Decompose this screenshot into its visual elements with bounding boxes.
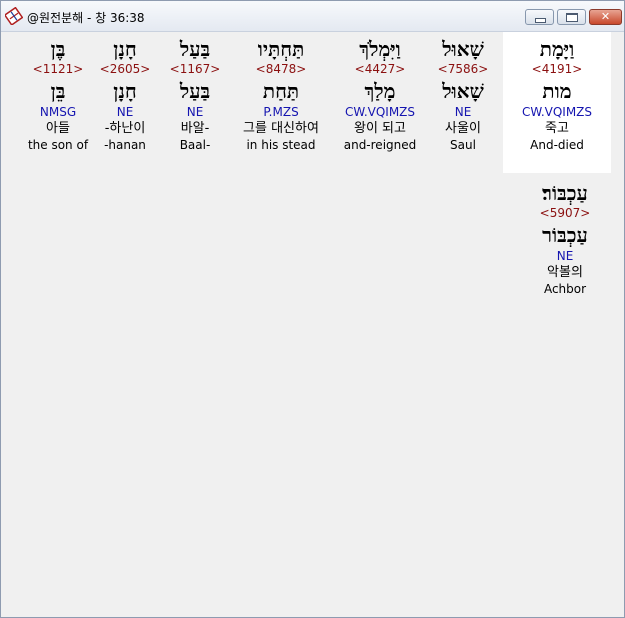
english-gloss: And-died — [530, 138, 584, 152]
root-word: בַּעַל — [179, 79, 211, 103]
korean-gloss: 그를 대신하여 — [243, 121, 319, 136]
strong-number: <5907> — [539, 206, 591, 220]
korean-gloss: 악볼의 — [547, 265, 583, 280]
korean-gloss: 아들 — [46, 121, 70, 136]
title-bar[interactable]: @원전분해 - 창 36:38 — [1, 1, 624, 32]
bible-app-icon — [5, 7, 23, 25]
strong-number: <4191> — [531, 62, 583, 76]
parsing-code: NE — [454, 105, 472, 119]
parsing-code: NMSG — [39, 105, 77, 119]
root-word: חָנָן — [113, 79, 137, 103]
hebrew-word: חָנָן — [113, 37, 137, 61]
word-analysis-panel: וַיָּמָת <4191> מות CW.VQIMZS 죽고 And-die… — [5, 32, 620, 614]
word-card[interactable]: חָנָן <2605> חָנָן NE -하난이 -hanan — [98, 32, 152, 173]
korean-gloss: 바알- — [180, 121, 210, 136]
parsing-code: P.MZS — [263, 105, 299, 119]
root-word: מות — [542, 79, 572, 103]
maximize-button[interactable] — [557, 9, 586, 25]
parsing-code: NE — [116, 105, 134, 119]
korean-gloss: 사울이 — [445, 121, 481, 136]
parsing-code: CW.VQIMZS — [344, 105, 416, 119]
close-button[interactable] — [589, 9, 622, 25]
strong-number: <1121> — [32, 62, 84, 76]
minimize-button[interactable] — [525, 9, 554, 25]
parsing-code: NE — [556, 249, 574, 263]
root-word: עַכְבּוֹר — [542, 223, 588, 247]
root-word: מָלַךְ — [364, 79, 396, 103]
english-gloss: Baal- — [179, 138, 211, 152]
hebrew-word: בֶּן — [50, 37, 66, 61]
korean-gloss: 죽고 — [545, 121, 569, 136]
english-gloss: and-reigned — [343, 138, 417, 152]
parsing-code: CW.VQIMZS — [521, 105, 593, 119]
word-card[interactable]: עַכְבּוֹר׃ <5907> עַכְבּוֹר NE 악볼의 Achbo… — [519, 178, 611, 319]
word-card[interactable]: תַּחְתָּיו <8478> תַּחַת P.MZS 그를 대신하여 i… — [231, 32, 331, 173]
hebrew-word: בַּעַל — [179, 37, 211, 61]
strong-number: <7586> — [437, 62, 489, 76]
window-title: @원전분해 - 창 36:38 — [27, 11, 145, 25]
korean-gloss: -하난이 — [104, 121, 146, 136]
root-word: תַּחַת — [262, 79, 300, 103]
english-gloss: in his stead — [246, 138, 316, 152]
strong-number: <2605> — [99, 62, 151, 76]
root-word: בֵּן — [50, 79, 66, 103]
root-word: שָׁאוּל — [442, 79, 484, 103]
strong-number: <1167> — [169, 62, 221, 76]
hebrew-word: תַּחְתָּיו — [257, 37, 305, 61]
word-card[interactable]: וַיָּמָת <4191> מות CW.VQIMZS 죽고 And-die… — [503, 32, 611, 173]
word-card[interactable]: בַּעַל <1167> בַּעַל NE 바알- Baal- — [165, 32, 225, 173]
english-gloss: -hanan — [104, 138, 146, 152]
word-card[interactable]: שָׁאוּל <7586> שָׁאוּל NE 사울이 Saul — [428, 32, 498, 173]
english-gloss: Saul — [450, 138, 476, 152]
strong-number: <8478> — [255, 62, 307, 76]
word-card[interactable]: וַיִּמְלֹךְ <4427> מָלַךְ CW.VQIMZS 왕이 되… — [335, 32, 425, 173]
word-card[interactable]: בֶּן <1121> בֵּן NMSG 아들 the son of — [23, 32, 93, 173]
parsing-code: NE — [186, 105, 204, 119]
hebrew-word: עַכְבּוֹר׃ — [542, 181, 588, 205]
english-gloss: the son of — [27, 138, 89, 152]
hebrew-word: וַיָּמָת — [539, 37, 575, 61]
strong-number: <4427> — [354, 62, 406, 76]
hebrew-word: וַיִּמְלֹךְ — [359, 37, 401, 61]
hebrew-word: שָׁאוּל — [442, 37, 484, 61]
app-window: @원전분해 - 창 36:38 וַיָּמָת <4191> מות CW.V… — [0, 0, 625, 618]
english-gloss: Achbor — [543, 282, 587, 296]
korean-gloss: 왕이 되고 — [354, 121, 406, 136]
